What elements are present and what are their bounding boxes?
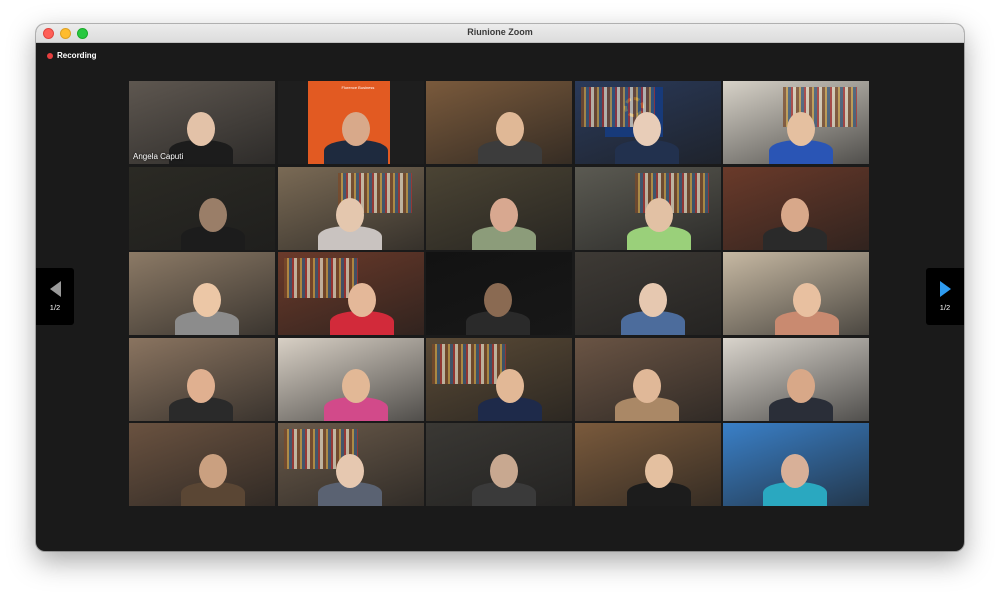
participant-face [638,283,667,317]
participant-tile[interactable] [129,337,275,421]
recording-dot-icon [47,52,53,59]
participant-tile[interactable]: Florence Business [277,81,424,164]
recording-indicator[interactable]: Recording [47,51,97,60]
zoom-window: Riunione Zoom Recording 1/2 1/2 Angela C… [36,24,964,551]
participant-tile[interactable] [129,423,275,506]
participant-face [490,454,518,488]
participant-tile[interactable] [129,252,275,335]
participant-face [781,197,809,232]
participant-face [496,368,524,403]
participant-tile[interactable] [426,252,572,335]
next-page-label: 1/2 [939,303,951,312]
participant-face [644,454,673,488]
participant-tile[interactable] [277,166,424,250]
participant-tile[interactable] [723,423,869,506]
gallery-grid: Angela Caputi Florence Business [129,81,869,506]
participant-face [187,112,215,146]
recording-label: Recording [57,51,97,60]
participant-face [199,454,227,488]
participant-tile[interactable] [426,166,572,250]
next-page-button[interactable]: 1/2 [926,268,964,325]
participant-face [496,112,524,146]
title-bar: Riunione Zoom [36,24,964,43]
previous-page-button[interactable]: 1/2 [36,268,74,325]
participant-tile[interactable] [723,81,869,164]
participant-tile[interactable] [723,166,869,250]
participant-tile[interactable] [277,337,424,421]
participant-tile[interactable] [574,423,721,506]
participant-face [341,112,370,146]
participant-tile[interactable] [723,337,869,421]
bookshelf [283,258,358,298]
participant-name: Angela Caputi [133,152,184,161]
participant-face [644,197,673,232]
participant-face [787,112,815,146]
participant-face [781,454,809,488]
participant-face [193,283,221,317]
participant-tile[interactable] [574,166,721,250]
participant-tile[interactable] [574,81,721,164]
participant-tile[interactable] [426,423,572,506]
participant-tile[interactable] [277,423,424,506]
participant-face [490,197,518,232]
participant-face [484,283,512,317]
participant-face [793,283,821,317]
participant-tile[interactable] [129,166,275,250]
previous-page-label: 1/2 [49,303,61,312]
participant-face [187,368,215,403]
participant-face [341,368,370,403]
participant-face [335,197,364,232]
participant-face [347,283,376,317]
participant-tile[interactable] [574,337,721,421]
participant-tile[interactable]: Angela Caputi [129,81,275,164]
participant-tile[interactable] [277,252,424,335]
participant-tile[interactable] [426,81,572,164]
background-logo-text: Florence Business [341,85,375,90]
participant-face [632,112,661,146]
participant-face [632,368,661,403]
participant-tile[interactable] [723,252,869,335]
arrow-left-icon [49,281,61,297]
participant-face [787,368,815,403]
arrow-right-icon [939,281,951,297]
participant-tile[interactable] [574,252,721,335]
participant-face [199,197,227,232]
participant-face [335,454,364,488]
window-title: Riunione Zoom [467,27,533,37]
bookshelf [432,343,506,384]
participant-tile[interactable] [426,337,572,421]
